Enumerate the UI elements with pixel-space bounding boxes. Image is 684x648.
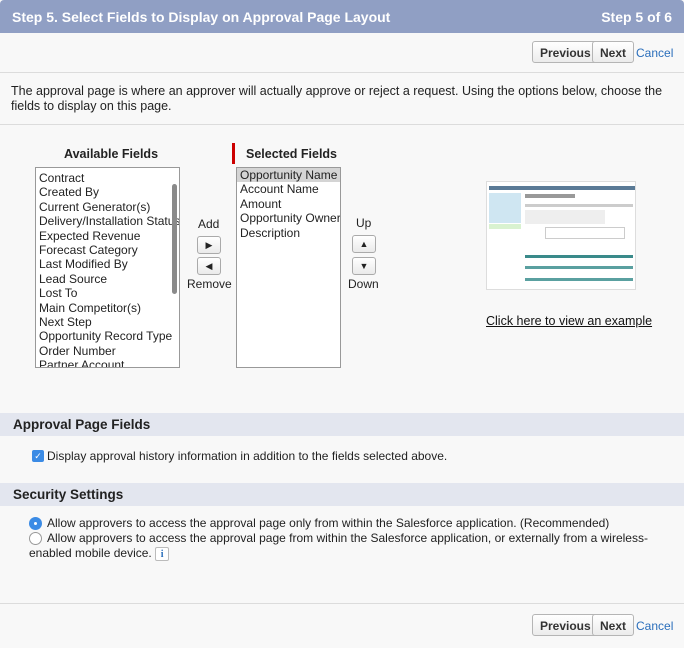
down-label: Down: [348, 277, 379, 291]
list-item[interactable]: Opportunity Owner: [237, 211, 340, 225]
list-item[interactable]: Opportunity Record Type: [36, 329, 179, 343]
list-item[interactable]: Last Modified By: [36, 257, 179, 271]
previous-button-bottom[interactable]: Previous: [532, 614, 599, 636]
list-item[interactable]: Account Name: [237, 182, 340, 196]
scrollbar[interactable]: [172, 184, 177, 294]
divider: [0, 124, 684, 125]
remove-button[interactable]: ◀: [197, 257, 221, 275]
radio-internal-only[interactable]: [29, 517, 42, 530]
list-item[interactable]: Delivery/Installation Status: [36, 214, 179, 228]
example-thumbnail[interactable]: [486, 181, 636, 290]
cancel-link[interactable]: Cancel: [636, 46, 673, 60]
approval-history-checkbox[interactable]: ✓: [32, 450, 44, 462]
radio-external-mobile-label: Allow approvers to access the approval p…: [29, 531, 659, 561]
info-icon[interactable]: i: [155, 547, 170, 561]
approval-history-label: Display approval history information in …: [47, 449, 448, 463]
page-title: Step 5. Select Fields to Display on Appr…: [12, 9, 391, 25]
add-button[interactable]: ▶: [197, 236, 221, 254]
next-button-bottom[interactable]: Next: [592, 614, 635, 636]
list-item[interactable]: Expected Revenue: [36, 229, 179, 243]
checkmark-icon: ✓: [34, 451, 42, 461]
list-item[interactable]: Current Generator(s): [36, 200, 179, 214]
list-item[interactable]: Amount: [237, 197, 340, 211]
radio-internal-only-label: Allow approvers to access the approval p…: [47, 516, 610, 530]
list-item[interactable]: Next Step: [36, 315, 179, 329]
security-settings-header: Security Settings: [0, 483, 684, 506]
move-up-button[interactable]: ▲: [352, 235, 376, 253]
arrow-right-icon: ▶: [205, 240, 213, 250]
remove-label: Remove: [187, 277, 232, 291]
divider: [0, 72, 684, 73]
required-indicator: [232, 143, 235, 164]
list-item[interactable]: Opportunity Name: [237, 168, 340, 183]
selected-fields-list[interactable]: Opportunity Name Account Name Amount Opp…: [236, 167, 341, 368]
list-item[interactable]: Contract: [36, 171, 179, 185]
arrow-down-icon: ▼: [359, 261, 369, 271]
step-indicator: Step 5 of 6: [601, 9, 672, 25]
description: The approval page is where an approver w…: [11, 84, 663, 113]
list-item[interactable]: Lead Source: [36, 272, 179, 286]
divider: [0, 603, 684, 604]
previous-button[interactable]: Previous: [532, 41, 599, 63]
list-item[interactable]: Partner Account: [36, 358, 179, 367]
available-fields-list[interactable]: Contract Created By Current Generator(s)…: [35, 167, 180, 368]
list-item[interactable]: Created By: [36, 185, 179, 199]
next-button[interactable]: Next: [592, 41, 635, 63]
view-example-link[interactable]: Click here to view an example: [486, 314, 652, 328]
cancel-link-bottom[interactable]: Cancel: [636, 619, 673, 633]
radio-external-mobile-text: Allow approvers to access the approval p…: [29, 531, 648, 560]
list-item[interactable]: Description: [237, 226, 340, 240]
arrow-up-icon: ▲: [359, 239, 369, 249]
up-label: Up: [356, 216, 372, 230]
list-item[interactable]: Forecast Category: [36, 243, 179, 257]
list-item[interactable]: Lost To: [36, 286, 179, 300]
arrow-left-icon: ◀: [205, 261, 213, 271]
available-fields-label: Available Fields: [64, 147, 159, 161]
list-item[interactable]: Order Number: [36, 344, 179, 358]
add-label: Add: [198, 217, 220, 231]
move-down-button[interactable]: ▼: [352, 257, 376, 275]
approval-page-fields-header: Approval Page Fields: [0, 413, 684, 436]
list-item[interactable]: Main Competitor(s): [36, 301, 179, 315]
selected-fields-label: Selected Fields: [246, 147, 338, 161]
wizard-header: Step 5. Select Fields to Display on Appr…: [0, 0, 684, 33]
